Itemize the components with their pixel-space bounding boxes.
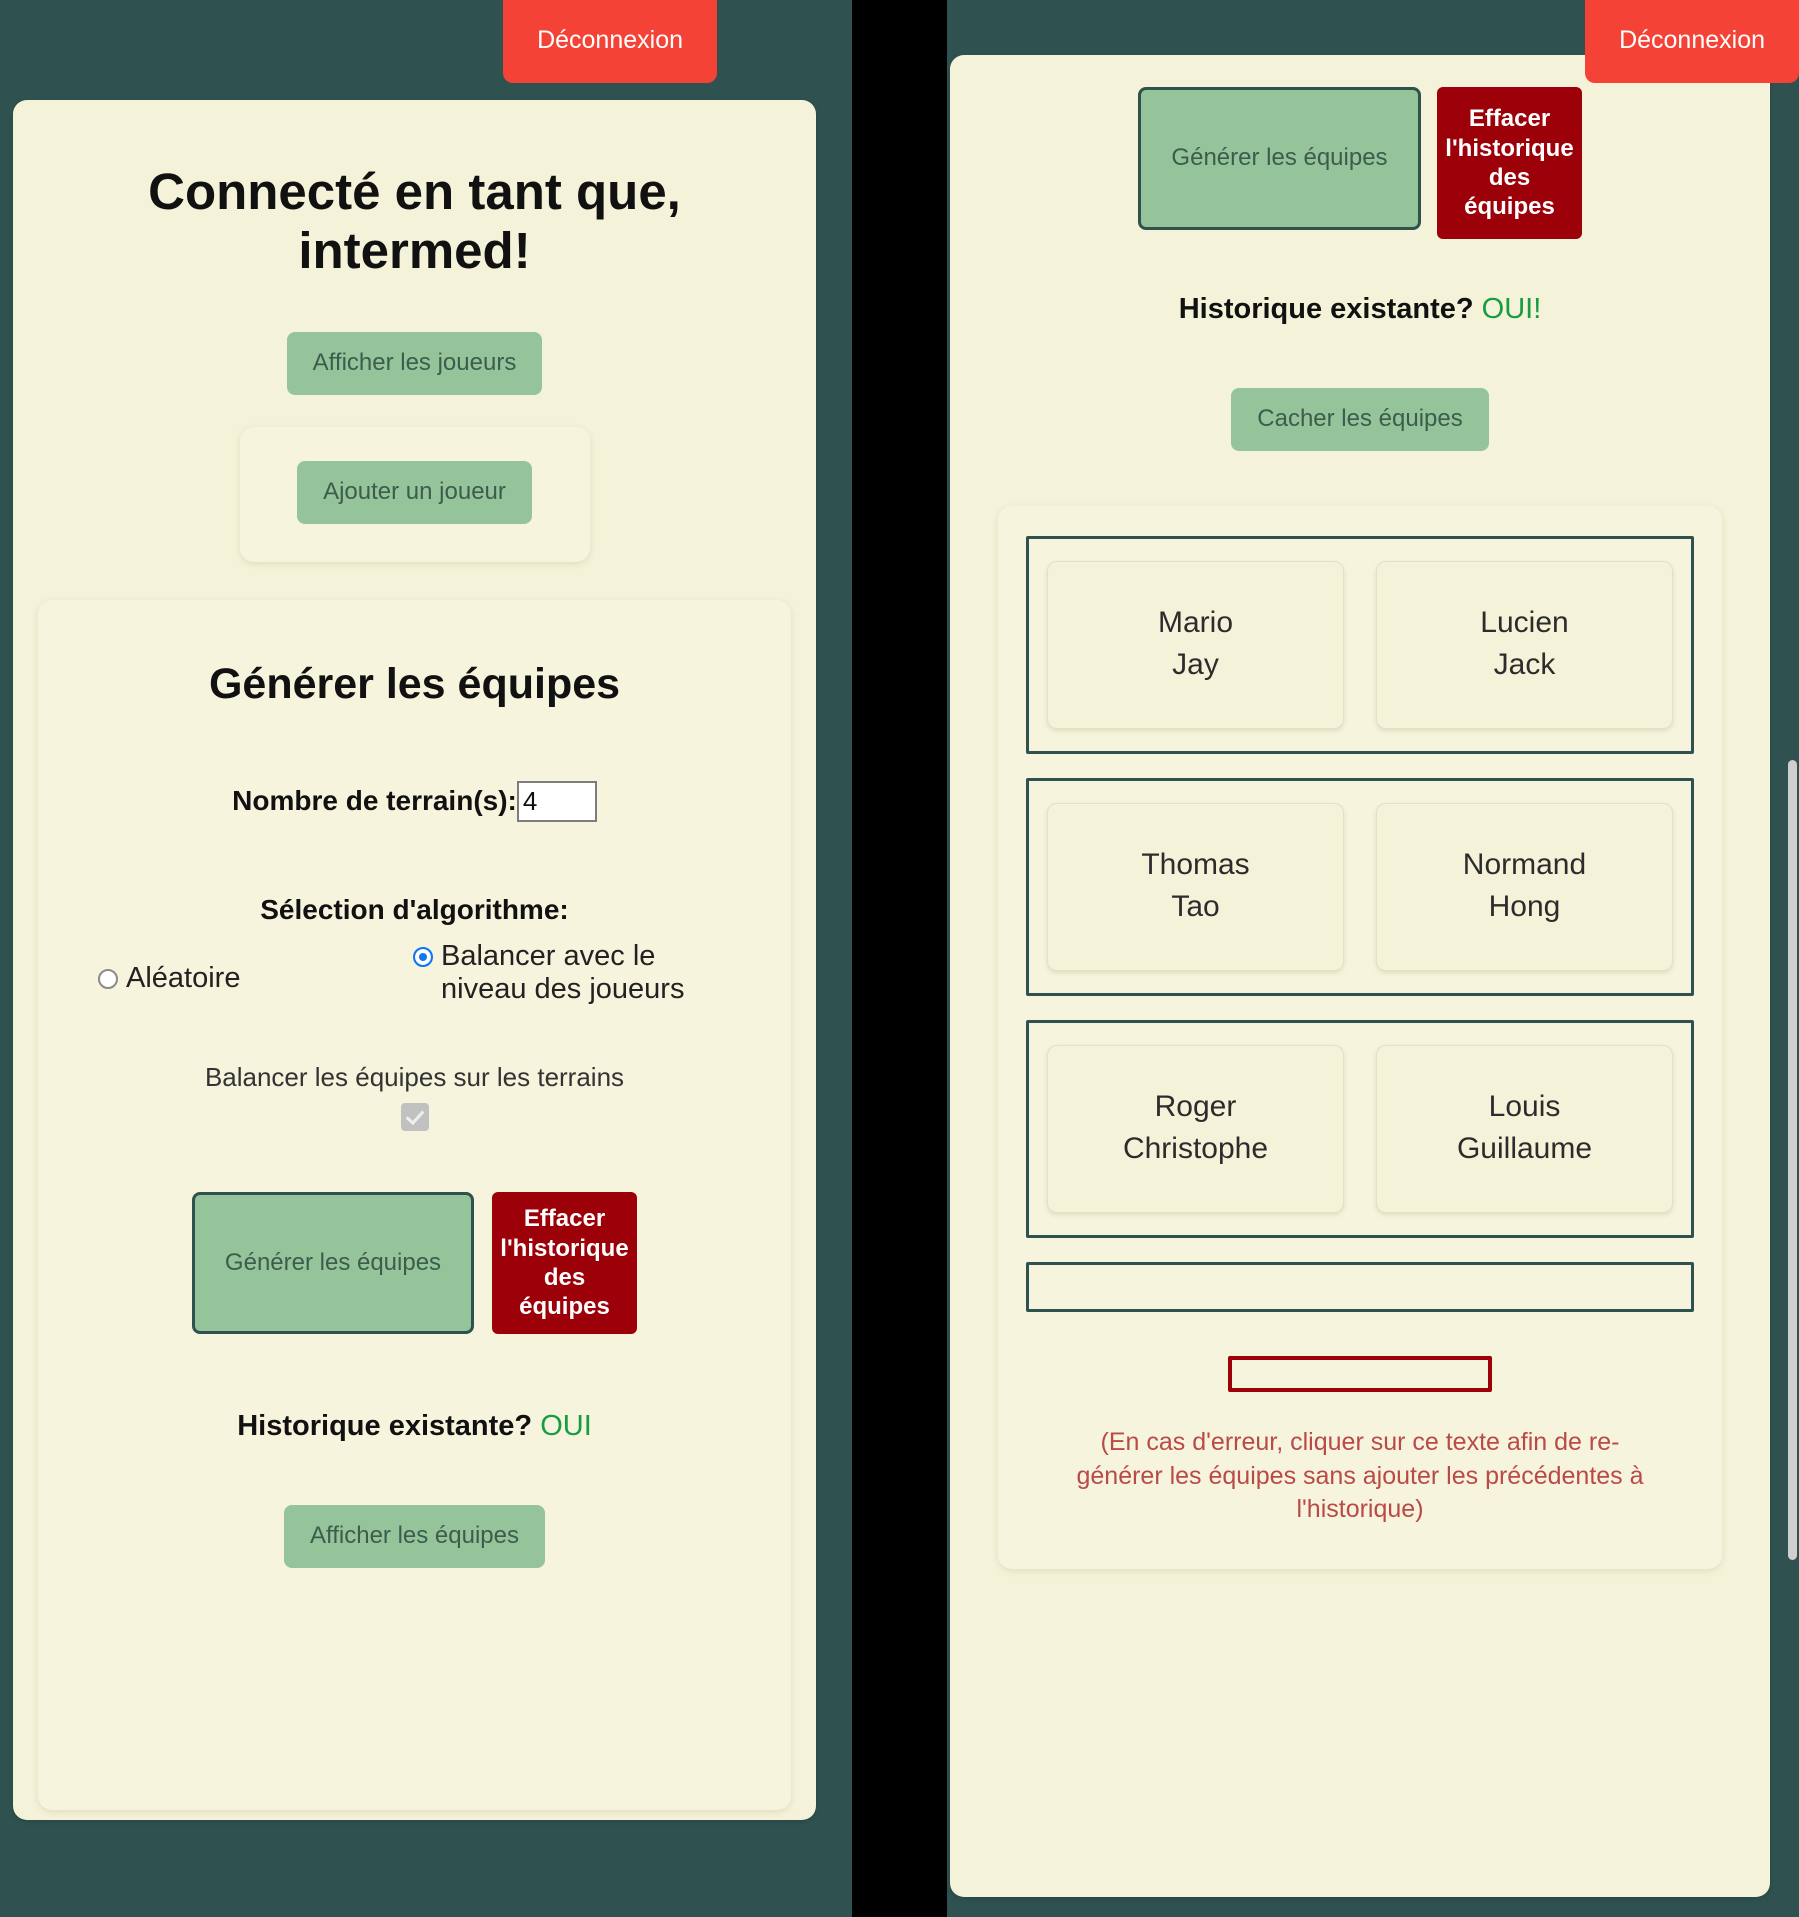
player-name: Mario (1157, 605, 1233, 639)
logout-button-right[interactable]: Déconnexion (1585, 0, 1799, 83)
team-box[interactable]: Lucien Jack (1376, 560, 1673, 729)
history-question-left: Historique existante? (237, 1410, 533, 1442)
courts-input[interactable] (516, 780, 597, 822)
left-app-viewport: Déconnexion Connecté en tant que, interm… (0, 0, 852, 1917)
player-name: Guillaume (1456, 1131, 1593, 1165)
player-name: Hong (1488, 889, 1561, 923)
player-name: Lucien (1480, 605, 1569, 639)
player-name: Thomas (1141, 847, 1250, 881)
courts-field-row: Nombre de terrain(s): (38, 780, 791, 822)
add-player-button[interactable]: Ajouter un joueur (297, 461, 532, 524)
history-question-right: Historique existante? (1178, 293, 1474, 325)
algorithm-radio-group: Aléatoire Balancer avec le niveau des jo… (98, 940, 731, 1006)
radio-label-balanced: Balancer avec le niveau des joueurs (441, 939, 685, 1005)
right-page-card: Générer les équipes Effacer l'historique… (950, 55, 1770, 1897)
generate-teams-button[interactable]: Générer les équipes (192, 1192, 474, 1334)
court-row: Roger Christophe Louis Guillaume (1026, 1019, 1694, 1238)
history-answer-right: OUI! (1481, 293, 1542, 325)
show-teams-button[interactable]: Afficher les équipes (283, 1505, 545, 1568)
viewport-divider (852, 0, 947, 1917)
player-name: Tao (1171, 889, 1220, 923)
player-name: Roger (1154, 1089, 1237, 1123)
player-name: Jay (1172, 647, 1219, 681)
left-page-card: Connecté en tant que, intermed! Afficher… (13, 100, 816, 1820)
history-status-right: Historique existante? OUI! (950, 293, 1770, 326)
add-player-panel: Ajouter un joueur (239, 427, 590, 562)
history-answer-left: OUI (540, 1410, 592, 1442)
generate-teams-button-right[interactable]: Générer les équipes (1138, 87, 1421, 230)
team-box[interactable]: Roger Christophe (1047, 1044, 1344, 1213)
radio-icon-balanced[interactable] (413, 946, 433, 967)
balance-courts-row: Balancer les équipes sur les terrains (38, 1062, 791, 1138)
erase-history-button-right[interactable]: Effacer l'historique des équipes (1437, 87, 1582, 239)
erase-history-button[interactable]: Effacer l'historique des équipes (492, 1192, 637, 1334)
team-box[interactable]: Mario Jay (1047, 560, 1344, 729)
radio-label-random: Aléatoire (126, 961, 241, 994)
generate-action-row: Générer les équipes Effacer l'historique… (38, 1192, 791, 1334)
right-app-viewport: Déconnexion Générer les équipes Effacer … (947, 0, 1799, 1917)
radio-icon-random[interactable] (98, 968, 118, 989)
hide-teams-button[interactable]: Cacher les équipes (1231, 388, 1489, 451)
courts-label: Nombre de terrain(s): (232, 784, 517, 816)
court-row: Thomas Tao Normand Hong (1026, 777, 1694, 996)
show-players-button[interactable]: Afficher les joueurs (286, 332, 543, 396)
player-name: Louis (1488, 1089, 1561, 1123)
generate-teams-title: Générer les équipes (208, 659, 621, 708)
history-status-left: Historique existante? OUI (38, 1410, 791, 1443)
team-box[interactable]: Normand Hong (1376, 802, 1673, 971)
player-name: Normand (1462, 847, 1587, 881)
radio-option-balanced[interactable]: Balancer avec le niveau des joueurs (413, 940, 731, 1006)
page-title: Connecté en tant que, intermed! (148, 163, 681, 280)
generate-teams-panel: Générer les équipes Nombre de terrain(s)… (38, 599, 791, 1810)
balance-courts-checkbox[interactable] (400, 1103, 429, 1131)
teams-results-panel: Mario Jay Lucien Jack Thomas Tao Normand… (998, 505, 1722, 1570)
balance-courts-label: Balancer les équipes sur les terrains (204, 1062, 625, 1092)
logout-button-left[interactable]: Déconnexion (503, 0, 717, 83)
team-box[interactable]: Thomas Tao (1047, 802, 1344, 971)
regenerate-note[interactable]: (En cas d'erreur, cliquer sur ce texte a… (1076, 1426, 1644, 1527)
player-name: Jack (1493, 647, 1556, 681)
player-name: Christophe (1122, 1131, 1269, 1165)
court-row: Mario Jay Lucien Jack (1026, 535, 1694, 754)
scrollbar-vertical[interactable] (1785, 0, 1799, 1917)
scrollbar-thumb[interactable] (1788, 760, 1797, 1560)
radio-option-random[interactable]: Aléatoire (98, 940, 240, 995)
algorithm-selection-title: Sélection d'algorithme: (260, 893, 569, 925)
court-row-empty (1026, 1261, 1694, 1312)
team-box[interactable]: Louis Guillaume (1376, 1044, 1673, 1213)
regenerate-teams-box[interactable] (1228, 1355, 1492, 1392)
